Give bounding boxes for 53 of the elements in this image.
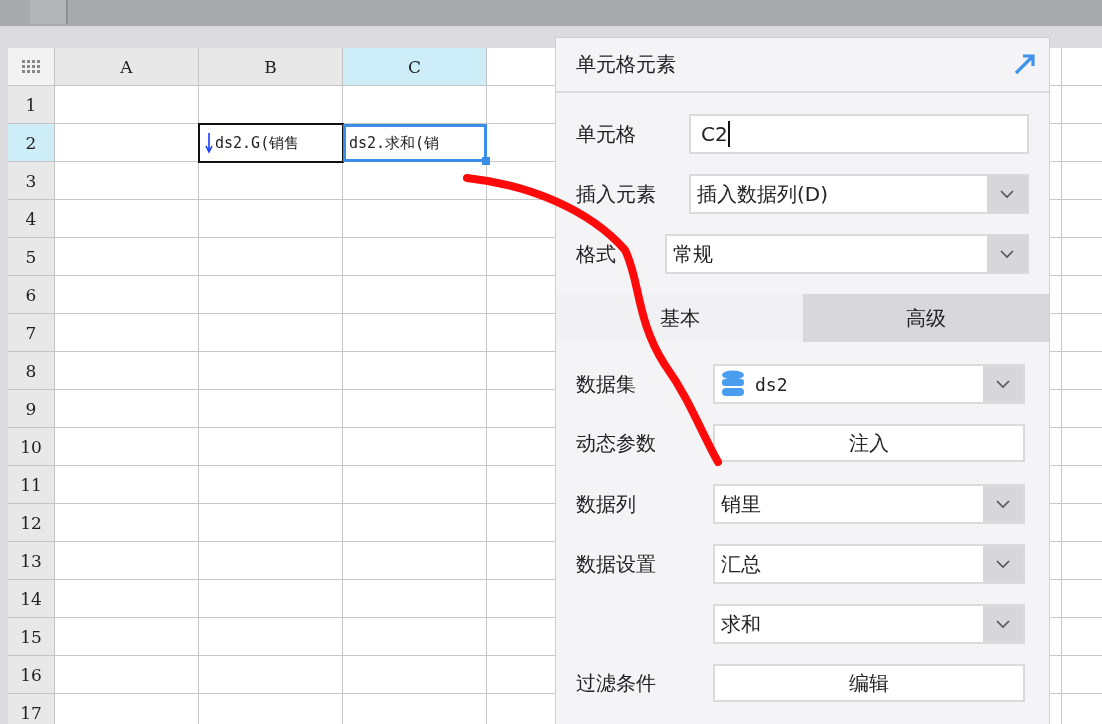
- row-header[interactable]: 8: [8, 352, 55, 390]
- row-header[interactable]: 7: [8, 314, 55, 352]
- caret-icon: [999, 189, 1015, 200]
- caret-icon: [995, 499, 1011, 509]
- column-header[interactable]: C: [343, 48, 487, 86]
- field-label: 过滤条件: [576, 669, 656, 697]
- action-button[interactable]: 注入: [713, 424, 1025, 462]
- caret-icon: [995, 619, 1011, 629]
- arrow-icon[interactable]: [1013, 52, 1037, 77]
- cell-input-field[interactable]: C2: [689, 114, 1029, 155]
- row-header[interactable]: 17: [8, 694, 55, 724]
- table-cell[interactable]: ds2.G(销售: [199, 124, 343, 162]
- dropdown[interactable]: 求和: [713, 604, 1025, 644]
- select-all-button[interactable]: [8, 48, 55, 86]
- field-label: 数据集: [576, 370, 636, 398]
- dropdown[interactable]: 销里: [713, 484, 1025, 524]
- row-header[interactable]: 6: [8, 276, 55, 314]
- row-header[interactable]: 16: [8, 656, 55, 694]
- row-header[interactable]: 15: [8, 618, 55, 656]
- caret-icon: [995, 379, 1011, 389]
- row-header[interactable]: 3: [8, 162, 55, 200]
- sheet-tab[interactable]: [30, 0, 68, 24]
- dropdown[interactable]: 汇总: [713, 544, 1025, 584]
- fill-handle[interactable]: [482, 157, 490, 165]
- grid-icon: [22, 59, 40, 74]
- row-header[interactable]: 14: [8, 580, 55, 618]
- field-label: 格式: [576, 240, 616, 268]
- format-dropdown[interactable]: 常规: [665, 234, 1029, 275]
- row-header[interactable]: 12: [8, 504, 55, 542]
- insert-element-dropdown[interactable]: 插入数据列(D): [689, 174, 1029, 215]
- row-header[interactable]: 10: [8, 428, 55, 466]
- field-label: 数据列: [576, 490, 636, 518]
- row-header[interactable]: 2: [8, 124, 55, 162]
- action-button[interactable]: 编辑: [713, 664, 1025, 702]
- row-header[interactable]: 11: [8, 466, 55, 504]
- row-header[interactable]: 5: [8, 238, 55, 276]
- row-header[interactable]: 1: [8, 86, 55, 124]
- field-label: 动态参数: [576, 429, 656, 457]
- row-header[interactable]: 9: [8, 390, 55, 428]
- database-icon: [721, 370, 745, 398]
- field-label: 插入元素: [576, 180, 656, 208]
- column-header[interactable]: B: [199, 48, 343, 86]
- row-header[interactable]: 13: [8, 542, 55, 580]
- panel-title: 单元格元素: [576, 50, 676, 78]
- field-label: 单元格: [576, 120, 636, 148]
- row-header[interactable]: 4: [8, 200, 55, 238]
- column-header[interactable]: A: [55, 48, 199, 86]
- tab[interactable]: 高级: [803, 294, 1049, 342]
- caret-icon: [995, 559, 1011, 569]
- field-label: 数据设置: [576, 550, 656, 578]
- table-cell[interactable]: ds2.求和(销: [343, 124, 487, 162]
- dataset-dropdown[interactable]: ds2: [713, 364, 1025, 404]
- caret-icon: [999, 249, 1015, 260]
